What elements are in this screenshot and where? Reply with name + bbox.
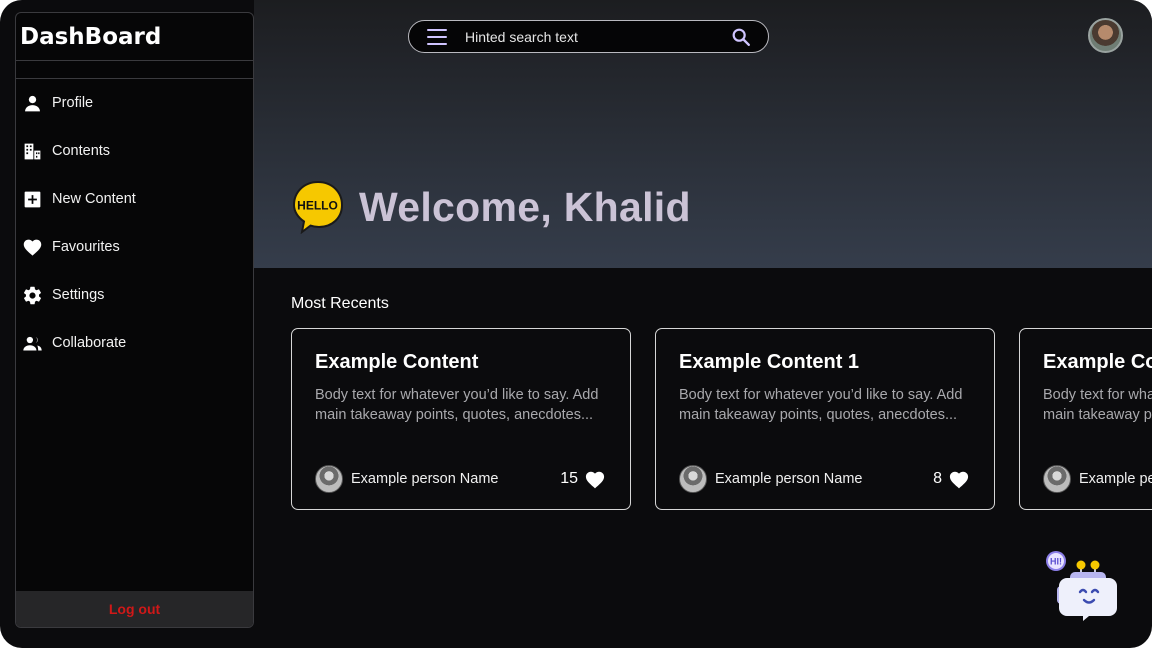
card-footer: Example person Name 8	[679, 465, 970, 493]
sidebar-item-label: Favourites	[52, 239, 120, 255]
content-card[interactable]: Example Content 2 Body text for whatever…	[1019, 328, 1152, 510]
contents-icon	[21, 140, 43, 162]
card-footer: Example person Name 12	[1043, 465, 1152, 493]
sidebar-nav: Profile Contents New Content Favourites	[16, 79, 253, 367]
search-input[interactable]	[465, 28, 730, 45]
card-title: Example Content	[315, 351, 479, 373]
sidebar-item-label: New Content	[52, 191, 136, 207]
card-footer: Example person Name 15	[315, 465, 606, 493]
sidebar-item-settings[interactable]: Settings	[16, 271, 253, 319]
author-avatar	[315, 465, 343, 493]
sidebar-item-label: Settings	[52, 287, 105, 303]
author-avatar	[679, 465, 707, 493]
author-name: Example person Name	[351, 471, 499, 487]
dashboard-app: DashBoard Profile Contents New Content F…	[0, 0, 1152, 648]
author-avatar	[1043, 465, 1071, 493]
likes: 8	[933, 469, 970, 489]
content-card[interactable]: Example Content 1 Body text for whatever…	[655, 328, 995, 510]
search-icon[interactable]	[730, 26, 752, 48]
brand-title: DashBoard	[16, 13, 253, 61]
sidebar-item-profile[interactable]: Profile	[16, 79, 253, 127]
hamburger-menu-icon[interactable]	[427, 28, 447, 45]
sidebar-item-favourites[interactable]: Favourites	[16, 223, 253, 271]
sidebar-divider	[16, 61, 253, 79]
like-count: 15	[560, 470, 578, 487]
card-title: Example Content 2	[1043, 351, 1152, 373]
sidebar: DashBoard Profile Contents New Content F…	[15, 12, 254, 628]
sidebar-item-label: Collaborate	[52, 335, 127, 351]
search-bar	[408, 20, 769, 53]
hello-speech-bubble-icon: HELLO	[292, 180, 344, 234]
sidebar-item-label: Contents	[52, 143, 111, 159]
people-icon	[21, 332, 43, 354]
assistant-badge-text: HI!	[1050, 557, 1062, 567]
sidebar-item-contents[interactable]: Contents	[16, 127, 253, 175]
welcome-heading: Welcome, Khalid	[359, 184, 691, 230]
sidebar-item-collaborate[interactable]: Collaborate	[16, 319, 253, 367]
logout-button[interactable]: Log out	[16, 591, 253, 627]
user-avatar[interactable]	[1088, 18, 1123, 53]
sidebar-item-label: Profile	[52, 95, 94, 111]
heart-icon[interactable]	[584, 469, 606, 489]
hello-badge-text: HELLO	[297, 199, 338, 213]
likes: 15	[560, 469, 606, 489]
card-body: Body text for whatever you’d like to say…	[679, 387, 963, 423]
like-count: 8	[933, 470, 942, 487]
heart-icon	[21, 236, 43, 258]
content-card[interactable]: Example Content Body text for whatever y…	[291, 328, 631, 510]
sidebar-item-new-content[interactable]: New Content	[16, 175, 253, 223]
card-body: Body text for whatever you’d like to say…	[315, 387, 599, 423]
section-title: Most Recents	[291, 295, 389, 312]
assistant-robot-icon[interactable]: HI!	[1043, 548, 1121, 624]
card-title: Example Content 1	[679, 351, 860, 373]
gear-icon	[21, 284, 43, 306]
card-body: Body text for whatever you’d like to say…	[1043, 387, 1152, 423]
author-name: Example person Name	[1079, 471, 1152, 487]
author-name: Example person Name	[715, 471, 863, 487]
person-icon	[21, 92, 43, 114]
add-box-icon	[21, 188, 43, 210]
heart-icon[interactable]	[948, 469, 970, 489]
